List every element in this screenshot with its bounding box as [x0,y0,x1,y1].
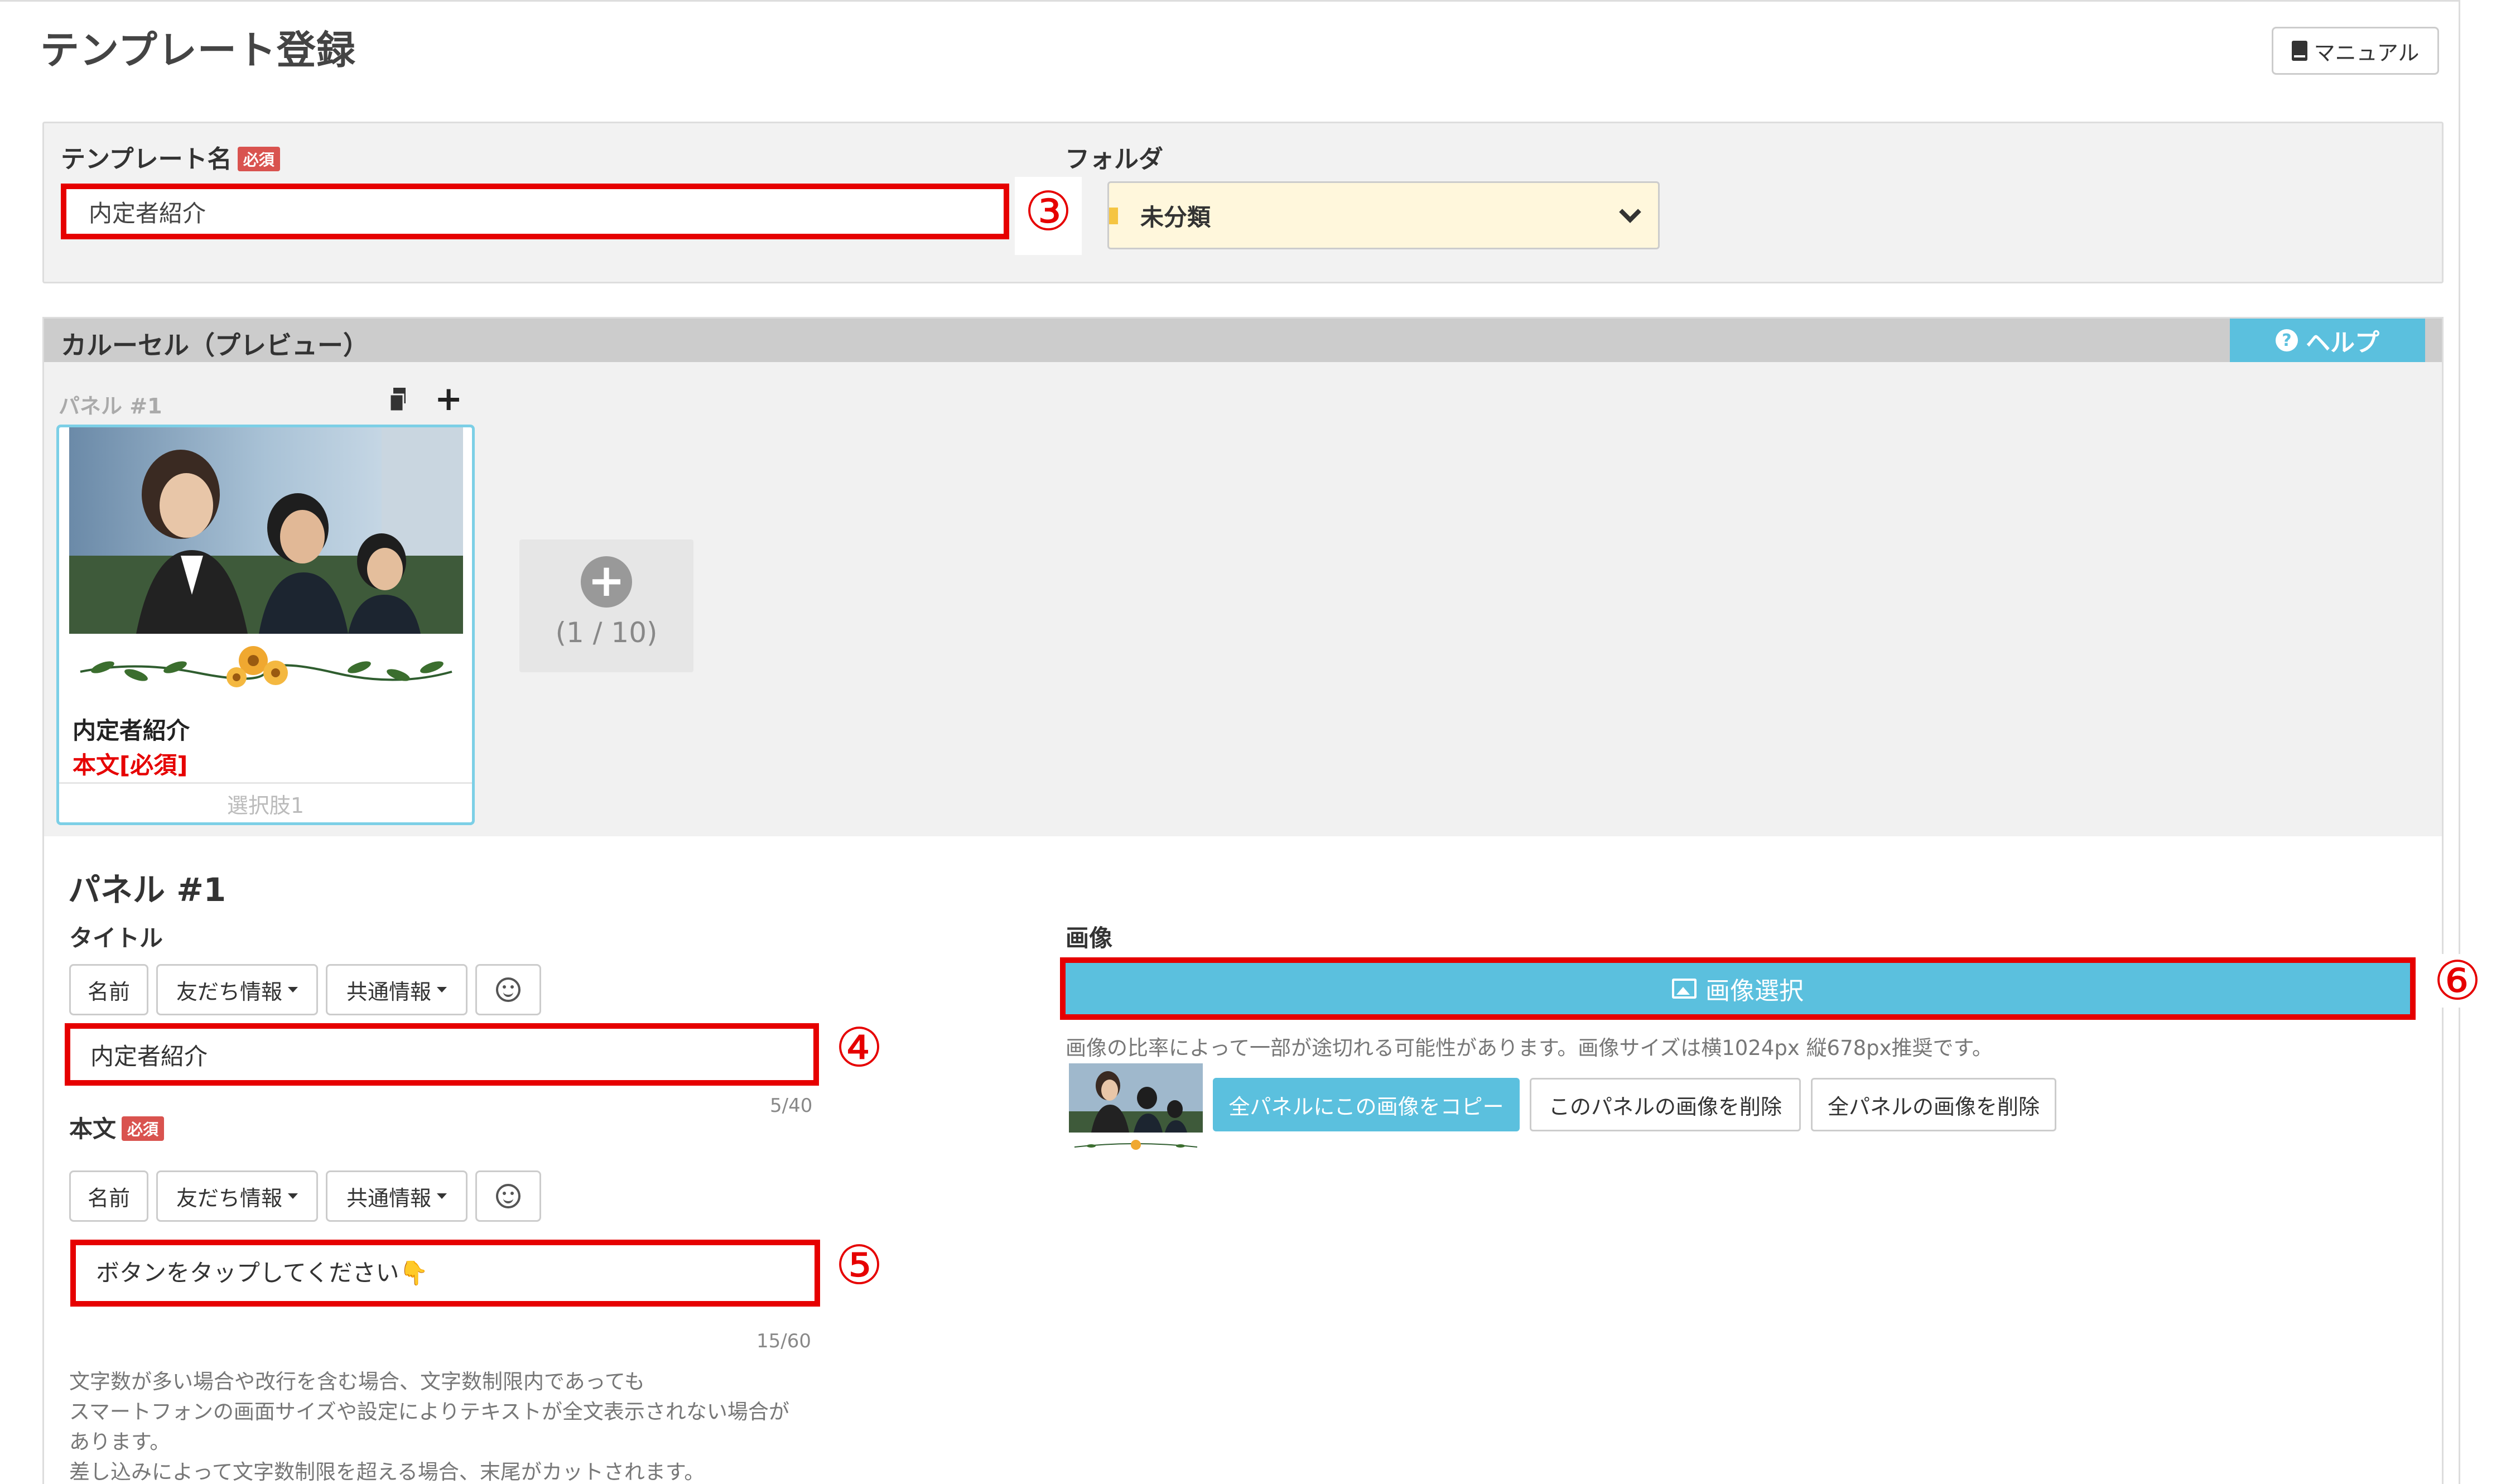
image-field-label: 画像 [1066,924,1113,952]
friend-info-label: 友だち情報 [176,979,282,1004]
title-toolbar: 名前 友だち情報 共通情報 [69,964,541,1015]
card-decoration [80,646,452,687]
emoji-button[interactable] [475,964,541,1015]
required-badge: 必須 [237,147,280,171]
marker-3: ③ [1015,177,1082,255]
title-field-label: タイトル [69,924,163,952]
friend-info-label: 友だち情報 [176,1186,282,1211]
help-button[interactable]: ? ヘルプ [2230,319,2425,362]
folder-label: フォルダ [1065,145,1163,174]
panel-title-input[interactable]: 内定者紹介 [65,1023,819,1086]
body-note: 文字数が多い場合や改行を含む場合、文字数制限内であっても スマートフォンの画面サ… [69,1367,789,1484]
book-icon [2291,41,2307,61]
marker-5: ⑤ [826,1239,893,1292]
required-badge: 必須 [122,1116,165,1141]
carousel-preview: パネル #1 + 内定者紹介 本文[必須] 選択肢1 + (1 / 10) [44,362,2442,836]
delete-panel-image-button[interactable]: このパネルの画像を削除 [1530,1078,1801,1131]
smile-icon [496,977,521,1002]
common-info-label: 共通情報 [346,1186,431,1211]
insert-name-button[interactable]: 名前 [69,1170,148,1222]
preview-card[interactable]: 内定者紹介 本文[必須] 選択肢1 [56,425,475,825]
image-note: 画像の比率によって一部が途切れる可能性があります。画像サイズは横1024px 縦… [1066,1036,1993,1060]
image-select-label: 画像選択 [1705,977,1804,1005]
card-body: 本文[必須] [73,751,188,779]
note-line: 文字数が多い場合や改行を含む場合、文字数制限内であっても [69,1370,645,1394]
template-name-input[interactable]: 内定者紹介 [61,184,1009,239]
body-toolbar: 名前 友だち情報 共通情報 [69,1170,541,1222]
note-line: スマートフォンの画面サイズや設定によりテキストが全文表示されない場合が [69,1400,789,1424]
body-char-counter: 15/60 [756,1330,811,1352]
friend-info-dropdown[interactable]: 友だち情報 [156,964,318,1015]
template-settings-panel: テンプレート名 必須 内定者紹介 ③ フォルダ 未分類 [42,122,2444,283]
card-option: 選択肢1 [59,782,472,822]
note-line: あります。 [69,1430,171,1454]
carousel-header: カルーセル（プレビュー） ? ヘルプ [44,319,2442,362]
carousel-title: カルーセル（プレビュー） [61,330,369,360]
image-thumbnail [1069,1063,1203,1150]
panel-body-input[interactable]: ボタンをタップしてください👇 [70,1240,820,1307]
copy-image-all-panels-button[interactable]: 全パネルにこの画像をコピー [1213,1078,1520,1131]
template-name-label: テンプレート名 必須 [61,139,280,175]
caret-down-icon [437,1193,447,1199]
template-name-label-text: テンプレート名 [61,145,232,174]
smile-icon [496,1184,521,1208]
note-line: 差し込みによって文字数制限を超える場合、末尾がカットされます。 [69,1460,705,1484]
page-title: テンプレート登録 [40,27,356,73]
marker-6: ⑥ [2421,954,2494,1008]
card-photo [69,427,463,634]
caret-down-icon [288,1193,298,1199]
image-icon [1672,979,1697,999]
add-panel-icon[interactable]: + [435,382,462,416]
plus-circle-icon: + [581,556,632,608]
emoji-button[interactable] [475,1170,541,1222]
insert-name-button[interactable]: 名前 [69,964,148,1015]
chevron-down-icon [1619,201,1641,223]
caret-down-icon [288,987,298,992]
body-field-label: 本文 必須 [69,1110,165,1144]
common-info-label: 共通情報 [346,979,431,1004]
preview-panel-label: パネル #1 [59,394,162,418]
folder-select[interactable]: 未分類 [1107,181,1660,249]
add-panel-card[interactable]: + (1 / 10) [519,539,693,672]
help-button-label: ヘルプ [2306,329,2379,357]
title-char-counter: 5/40 [770,1095,813,1117]
panel-heading: パネル #1 [68,871,226,909]
folder-icon [1109,208,1118,224]
common-info-dropdown[interactable]: 共通情報 [326,1170,468,1222]
panel-count: (1 / 10) [555,616,658,649]
marker-4: ④ [826,1021,893,1075]
friend-info-dropdown[interactable]: 友だち情報 [156,1170,318,1222]
copy-panel-icon[interactable] [388,386,410,412]
folder-selected-value: 未分類 [1140,203,1211,231]
common-info-dropdown[interactable]: 共通情報 [326,964,468,1015]
manual-button-label: マニュアル [2314,40,2420,65]
image-select-button[interactable]: 画像選択 [1060,957,2416,1020]
card-title: 内定者紹介 [73,717,190,744]
question-icon: ? [2276,329,2298,351]
delete-all-images-button[interactable]: 全パネルの画像を削除 [1811,1078,2056,1131]
carousel-section: カルーセル（プレビュー） ? ヘルプ パネル #1 + 内定者紹介 本文[必須]… [42,317,2444,1484]
body-field-label-text: 本文 [69,1115,117,1143]
manual-button[interactable]: マニュアル [2272,27,2439,75]
page: テンプレート登録 マニュアル テンプレート名 必須 内定者紹介 ③ フォルダ 未分… [0,0,2506,1484]
caret-down-icon [437,987,447,992]
